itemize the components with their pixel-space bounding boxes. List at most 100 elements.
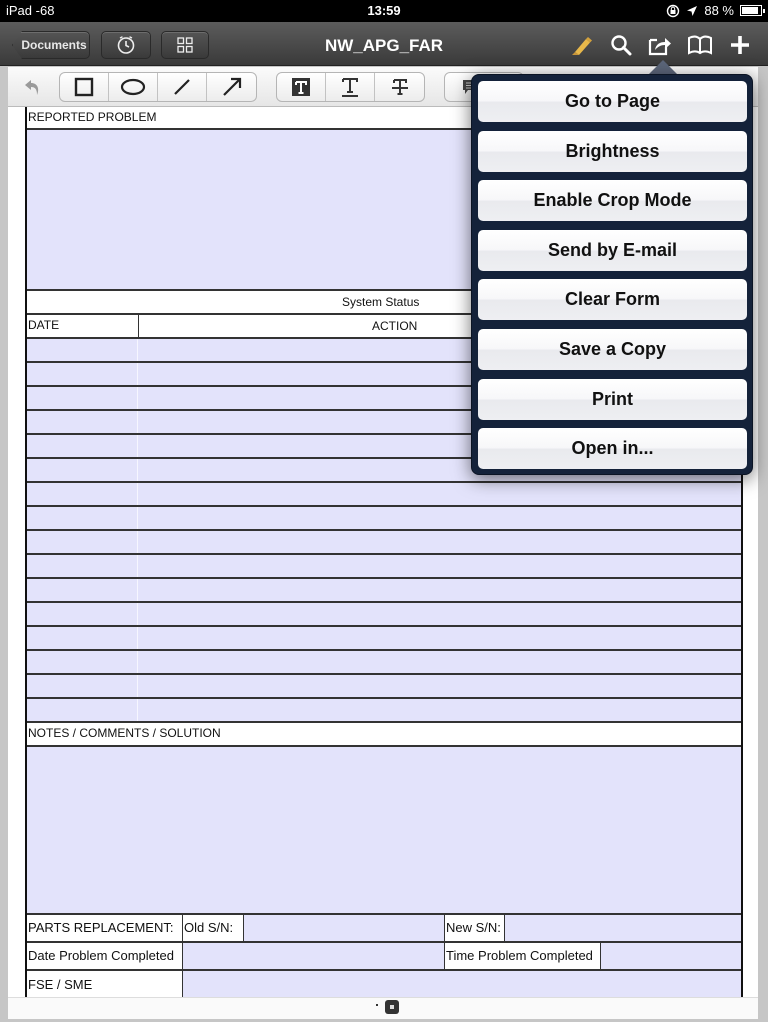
strikeout-tool[interactable] (375, 73, 424, 101)
line-icon (174, 79, 190, 95)
time-completed-label-cell: Time Problem Completed (444, 943, 600, 969)
log-row (27, 627, 741, 651)
log-date-field[interactable] (27, 531, 138, 553)
log-action-field[interactable] (138, 651, 741, 673)
date-completed-label-cell: Date Problem Completed (27, 943, 182, 969)
log-row (27, 507, 741, 531)
ipad-screen: iPad -68 13:59 88 % Documents NW_APG_FAR… (0, 0, 768, 1022)
log-row (27, 531, 741, 555)
underline-tool[interactable] (326, 73, 375, 101)
parts-replacement-label: PARTS REPLACEMENT: (28, 920, 174, 935)
menu-item-brightness[interactable]: Brightness (478, 130, 747, 172)
old-sn-field[interactable] (243, 915, 444, 941)
menu-item-save-a-copy[interactable]: Save a Copy (478, 329, 747, 370)
underline-text-icon (342, 78, 358, 97)
current-page-marker[interactable] (385, 1000, 399, 1014)
log-row (27, 675, 741, 699)
date-column-header: DATE (27, 315, 138, 337)
popover-arrow (648, 60, 678, 75)
log-row (27, 483, 741, 507)
log-date-field[interactable] (27, 459, 138, 481)
log-date-field[interactable] (27, 387, 138, 409)
notes-label: NOTES / COMMENTS / SOLUTION (28, 726, 221, 740)
log-action-field[interactable] (138, 603, 741, 625)
log-action-field[interactable] (138, 531, 741, 553)
ellipse-tool[interactable] (109, 73, 158, 101)
status-bar: iPad -68 13:59 88 % (0, 0, 768, 22)
page-scrubber[interactable] (8, 997, 758, 1019)
annotate-button[interactable] (567, 33, 595, 57)
share-menu-popover: Go to Page Brightness Enable Crop Mode Send… (471, 74, 753, 475)
menu-item-print[interactable]: Print (478, 378, 747, 420)
text-box-tool[interactable] (277, 73, 326, 101)
log-date-field[interactable] (27, 699, 138, 721)
text-box-icon (292, 78, 310, 96)
log-date-field[interactable] (27, 555, 138, 577)
share-button[interactable] (646, 33, 674, 57)
fse-sme-field[interactable] (182, 971, 741, 997)
log-date-field[interactable] (27, 411, 138, 433)
old-sn-label-cell: Old S/N: (182, 915, 243, 941)
rotation-lock-icon (667, 4, 680, 17)
log-date-field[interactable] (27, 483, 138, 505)
date-completed-label: Date Problem Completed (28, 948, 174, 963)
log-action-field[interactable] (138, 579, 741, 601)
log-date-field[interactable] (27, 363, 138, 385)
notes-field[interactable] (27, 747, 741, 915)
menu-item-open-in[interactable]: Open in... (478, 428, 747, 470)
menu-item-send-by-e-mail[interactable]: Send by E-mail (478, 229, 747, 271)
battery-percent: 88 % (704, 3, 734, 18)
log-date-field[interactable] (27, 603, 138, 625)
old-sn-label: Old S/N: (184, 920, 234, 935)
new-sn-field[interactable] (504, 915, 741, 941)
log-row (27, 555, 741, 579)
log-date-field[interactable] (27, 507, 138, 529)
clock-label: 13:59 (367, 3, 401, 18)
status-indicators: 88 % (666, 3, 765, 18)
log-action-field[interactable] (138, 675, 741, 697)
log-action-field[interactable] (138, 483, 741, 505)
menu-item-enable-crop-mode[interactable]: Enable Crop Mode (478, 180, 747, 222)
log-row (27, 651, 741, 675)
fse-sme-row: FSE / SME (27, 971, 741, 997)
log-row (27, 603, 741, 627)
rectangle-tool[interactable] (60, 73, 109, 101)
log-date-field[interactable] (27, 675, 138, 697)
add-button[interactable] (726, 33, 754, 57)
fse-sme-label: FSE / SME (28, 977, 93, 992)
menu-item-clear-form[interactable]: Clear Form (478, 279, 747, 321)
action-header-label: ACTION (372, 319, 418, 333)
arrow-tool[interactable] (207, 73, 256, 101)
parts-replacement-row: PARTS REPLACEMENT: Old S/N: New S/N: (27, 915, 741, 943)
log-date-field[interactable] (27, 627, 138, 649)
log-action-field[interactable] (138, 507, 741, 529)
ellipse-icon (120, 78, 146, 96)
menu-item-go-to-page[interactable]: Go to Page (478, 81, 747, 122)
log-date-field[interactable] (27, 435, 138, 457)
completion-row: Date Problem Completed Time Problem Comp… (27, 943, 741, 971)
search-button[interactable] (607, 33, 635, 57)
log-date-field[interactable] (27, 579, 138, 601)
date-header-label: DATE (28, 318, 60, 332)
fse-sme-label-cell: FSE / SME (27, 971, 182, 997)
log-action-field[interactable] (138, 699, 741, 721)
system-status-label: System Status (342, 295, 420, 309)
share-icon (648, 38, 671, 56)
date-completed-field[interactable] (182, 943, 444, 969)
undo-icon[interactable] (22, 77, 44, 97)
time-completed-field[interactable] (600, 943, 741, 969)
new-sn-label: New S/N: (446, 920, 501, 935)
new-sn-label-cell: New S/N: (444, 915, 504, 941)
search-icon (611, 35, 632, 56)
page-indicator-dot (376, 1004, 378, 1006)
log-date-field[interactable] (27, 339, 138, 361)
book-icon (688, 35, 712, 55)
line-tool[interactable] (158, 73, 207, 101)
arrow-icon (222, 77, 241, 96)
reported-problem-label: REPORTED PROBLEM (28, 110, 157, 124)
bookmarks-button[interactable] (686, 33, 714, 57)
log-action-field[interactable] (138, 555, 741, 577)
log-action-field[interactable] (138, 627, 741, 649)
log-date-field[interactable] (27, 651, 138, 673)
rectangle-icon (74, 77, 94, 97)
